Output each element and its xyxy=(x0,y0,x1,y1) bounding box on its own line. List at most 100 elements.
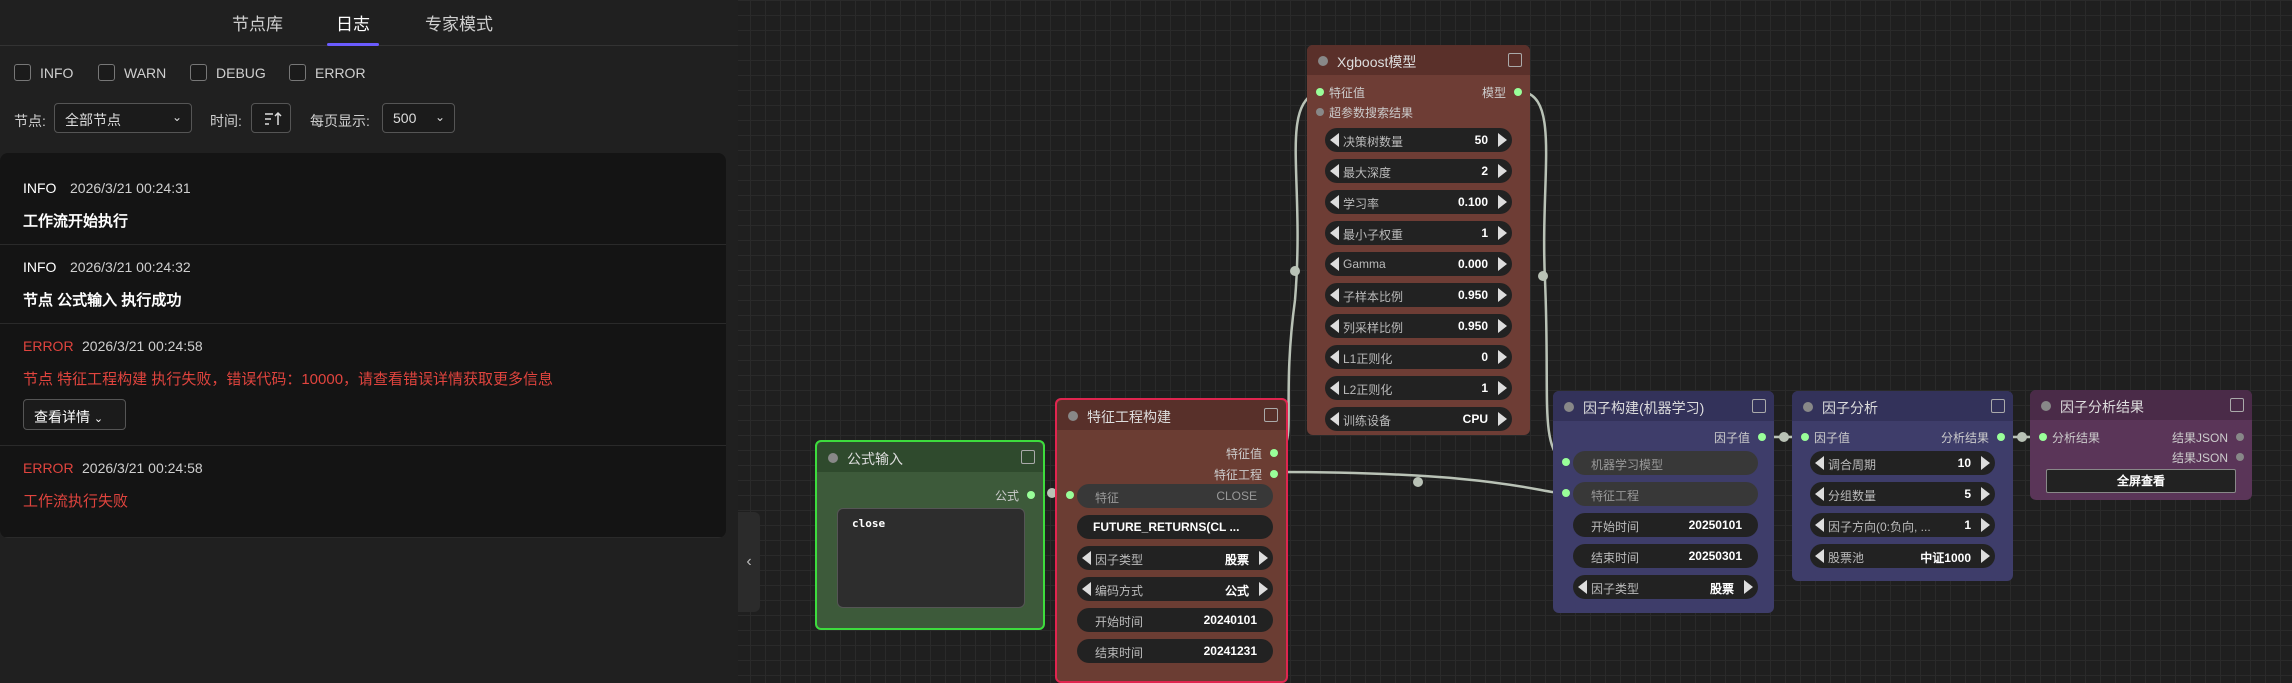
input-label: 分析结果 xyxy=(2052,431,2101,445)
page-size-select[interactable]: 500 ⌄ xyxy=(382,103,455,133)
output-port[interactable] xyxy=(1270,449,1278,457)
node-factor-analysis[interactable]: 因子分析 因子值 分析结果 调合周期 10 分组数量 5 因子方向(0:负向, ..… xyxy=(1792,391,2013,581)
factor-direction-combo[interactable]: 因子方向(0:负向, ... 1 xyxy=(1810,513,1995,537)
output-port[interactable] xyxy=(1758,433,1766,441)
input-port[interactable] xyxy=(1562,489,1570,497)
xgb-param-combo[interactable]: 最小子权重 1 xyxy=(1325,221,1512,245)
view-details-button[interactable]: 查看详情 ⌄ xyxy=(23,399,126,430)
tab-node-library[interactable]: 节点库 xyxy=(232,10,283,35)
increment-arrow-icon xyxy=(1498,195,1507,209)
input-port[interactable] xyxy=(1316,108,1324,116)
group-count-combo[interactable]: 分组数量 5 xyxy=(1810,482,1995,506)
node-status-dot xyxy=(1318,56,1328,66)
tab-logs[interactable]: 日志 xyxy=(336,10,370,35)
fullscreen-view-button[interactable]: 全屏查看 xyxy=(2046,469,2236,493)
start-date-widget[interactable]: 开始时间 20250101 xyxy=(1573,513,1758,537)
node-factor-build-ml[interactable]: 因子构建(机器学习) 因子值 机器学习模型 特征工程 开始时间 20250101 … xyxy=(1553,391,1774,613)
checkbox[interactable] xyxy=(190,64,207,81)
checkbox[interactable] xyxy=(98,64,115,81)
increment-arrow-icon xyxy=(1981,549,1990,563)
xgb-param-combo[interactable]: Gamma 0.000 xyxy=(1325,252,1512,276)
expand-icon[interactable] xyxy=(2230,398,2244,412)
input-port[interactable] xyxy=(1801,433,1809,441)
output-port[interactable] xyxy=(1514,88,1522,96)
increment-arrow-icon xyxy=(1744,580,1753,594)
output-port[interactable] xyxy=(2236,453,2244,461)
expand-icon[interactable] xyxy=(1752,399,1766,413)
xgb-param-combo[interactable]: 列采样比例 0.950 xyxy=(1325,314,1512,338)
xgb-param-combo[interactable]: 子样本比例 0.950 xyxy=(1325,283,1512,307)
decrement-arrow-icon xyxy=(1330,226,1339,240)
output-port[interactable] xyxy=(1997,433,2005,441)
chevron-down-icon: ⌄ xyxy=(434,110,445,124)
node-header[interactable]: 因子分析结果 xyxy=(2030,390,2252,420)
node-feature-engineering[interactable]: 特征工程构建 特征值 特征工程 特征 CLOSE FUTURE_RETURNS(C… xyxy=(1055,398,1288,683)
output-port[interactable] xyxy=(1027,491,1035,499)
decrement-arrow-icon xyxy=(1082,551,1091,565)
increment-arrow-icon xyxy=(1498,319,1507,333)
formula-text-widget[interactable]: FUTURE_RETURNS(CL ... xyxy=(1077,515,1273,539)
input-port[interactable] xyxy=(2039,433,2047,441)
decrement-arrow-icon xyxy=(1815,456,1824,470)
end-date-widget[interactable]: 结束时间 20250301 xyxy=(1573,544,1758,568)
node-status-dot xyxy=(1068,411,1078,421)
decrement-arrow-icon xyxy=(1330,350,1339,364)
expand-icon[interactable] xyxy=(1021,450,1035,464)
node-filter-select[interactable]: 全部节点 ⌄ xyxy=(54,103,192,133)
input-label: 因子值 xyxy=(1814,431,1851,445)
node-status-dot xyxy=(828,453,838,463)
log-panel: 节点库 日志 专家模式 INFO WARN DEBUG ERROR 节点: 全部… xyxy=(0,0,738,683)
filter-error[interactable]: ERROR xyxy=(289,64,366,81)
input-port[interactable] xyxy=(1562,458,1570,466)
node-header[interactable]: Xgboost模型 xyxy=(1307,45,1530,75)
checkbox[interactable] xyxy=(14,64,31,81)
checkbox[interactable] xyxy=(289,64,306,81)
expand-icon[interactable] xyxy=(1991,399,2005,413)
log-level: ERROR xyxy=(23,460,74,476)
log-time: 2026/3/21 00:24:58 xyxy=(82,460,203,476)
collapse-panel-button[interactable]: ‹ xyxy=(738,512,760,612)
xgb-param-combo[interactable]: 决策树数量 50 xyxy=(1325,128,1512,152)
filter-debug[interactable]: DEBUG xyxy=(190,64,266,81)
formula-editor[interactable]: close xyxy=(837,508,1025,608)
input-port[interactable] xyxy=(1066,491,1074,499)
input-label: 特征值 xyxy=(1329,86,1366,100)
xgb-param-combo[interactable]: 训练设备 CPU xyxy=(1325,407,1512,431)
xgb-param-combo[interactable]: 最大深度 2 xyxy=(1325,159,1512,183)
expand-icon[interactable] xyxy=(1264,408,1278,422)
decrement-arrow-icon xyxy=(1330,381,1339,395)
end-date-widget[interactable]: 结束时间 20241231 xyxy=(1077,639,1273,663)
encoding-combo[interactable]: 编码方式 公式 xyxy=(1077,577,1273,601)
log-entry: INFO 2026/3/21 00:24:31 工作流开始执行 xyxy=(0,153,726,245)
filter-info[interactable]: INFO xyxy=(14,64,73,81)
expand-icon[interactable] xyxy=(1508,53,1522,67)
output-port[interactable] xyxy=(1270,470,1278,478)
filter-warn[interactable]: WARN xyxy=(98,64,166,81)
output-label: 分析结果 xyxy=(1940,431,1989,445)
factor-type-combo[interactable]: 因子类型 股票 xyxy=(1573,575,1758,599)
factor-type-combo[interactable]: 因子类型 股票 xyxy=(1077,546,1273,570)
rebalance-period-combo[interactable]: 调合周期 10 xyxy=(1810,451,1995,475)
xgb-param-combo[interactable]: 学习率 0.100 xyxy=(1325,190,1512,214)
start-date-widget[interactable]: 开始时间 20240101 xyxy=(1077,608,1273,632)
xgb-param-combo[interactable]: L2正则化 1 xyxy=(1325,376,1512,400)
increment-arrow-icon xyxy=(1498,350,1507,364)
node-formula-input[interactable]: 公式输入 公式 close xyxy=(815,440,1045,630)
node-header[interactable]: 因子分析 xyxy=(1792,391,2013,421)
input-port[interactable] xyxy=(1316,88,1324,96)
node-header[interactable]: 公式输入 xyxy=(817,442,1043,472)
stock-pool-combo[interactable]: 股票池 中证1000 xyxy=(1810,544,1995,568)
node-header[interactable]: 因子构建(机器学习) xyxy=(1553,391,1774,421)
node-factor-analysis-result[interactable]: 因子分析结果 分析结果 结果JSON 结果JSON 全屏查看 xyxy=(2030,390,2252,500)
log-message: 工作流执行失败 xyxy=(23,493,129,510)
time-sort-button[interactable] xyxy=(251,103,291,133)
node-header[interactable]: 特征工程构建 xyxy=(1057,400,1286,430)
increment-arrow-icon xyxy=(1259,551,1268,565)
xgb-param-combo[interactable]: L1正则化 0 xyxy=(1325,345,1512,369)
output-port[interactable] xyxy=(2236,433,2244,441)
node-status-dot xyxy=(1803,402,1813,412)
node-title: Xgboost模型 xyxy=(1337,54,1417,70)
node-xgboost[interactable]: Xgboost模型 特征值 超参数搜索结果 模型 决策树数量 50 最大深度 2 学习率… xyxy=(1307,45,1530,435)
node-title: 特征工程构建 xyxy=(1087,409,1171,425)
tab-expert-mode[interactable]: 专家模式 xyxy=(425,10,493,35)
